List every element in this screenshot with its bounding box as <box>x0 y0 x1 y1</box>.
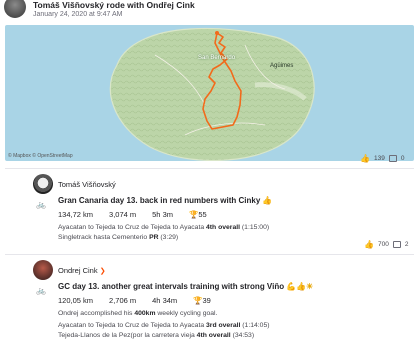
comment-count: 2 <box>404 241 409 248</box>
bike-icon: 🚲 <box>36 286 46 295</box>
goal-row: Ondrej accomplished his 400km weekly cyc… <box>58 310 218 317</box>
entry-kudos[interactable]: 👍 700 2 <box>364 240 408 249</box>
activity-title[interactable]: GC day 13. another great intervals train… <box>58 282 313 291</box>
stat-elevation: 3,074 m <box>109 210 137 219</box>
stat-elevation: 2,706 m <box>109 296 137 305</box>
thumbs-up-emoji-icon: 👍 <box>262 196 273 205</box>
subscriber-icon: ❯ <box>99 268 106 275</box>
stat-trophies: 🏆55 <box>189 210 207 219</box>
avatar-ondrej[interactable] <box>33 260 53 280</box>
achievement-row: Ayacatan to Tejeda to Cruz de Tejeda to … <box>58 322 270 329</box>
map-label-san-bernardo: San Bernardo <box>198 55 236 61</box>
activity-date: January 24, 2020 at 9:47 AM <box>33 11 123 18</box>
route-map-graphic <box>109 27 315 161</box>
stat-trophies: 🏆39 <box>193 296 211 305</box>
comment-icon[interactable] <box>392 241 401 248</box>
achievement-row: Singletrack hasta Cementerio PR (3:29) <box>58 234 179 241</box>
activity-stats: 134,72 km 3,074 m 5h 3m 🏆55 <box>58 210 239 219</box>
comment-icon[interactable] <box>388 155 397 162</box>
kudos-icon[interactable]: 👍 <box>360 154 370 163</box>
kudos-icon[interactable]: 👍 <box>364 240 374 249</box>
stat-time: 5h 3m <box>152 210 173 219</box>
group-kudos[interactable]: 👍 139 0 <box>360 154 404 163</box>
athlete-name[interactable]: Tomáš Višňovský <box>58 180 116 189</box>
activity-header-title[interactable]: Tomáš Višňovský rode with Ondřej Cink <box>33 0 195 10</box>
muscle-emoji-icon: 💪👍☀ <box>286 282 314 291</box>
kudos-count: 139 <box>373 155 385 162</box>
athlete-name[interactable]: Ondrej Cink ❯ <box>58 266 106 275</box>
bike-icon: 🚲 <box>36 200 46 209</box>
activity-stats: 120,05 km 2,706 m 4h 34m 🏆39 <box>58 296 243 305</box>
map-attribution[interactable]: © Mapbox © OpenStreetMap <box>8 153 73 159</box>
comment-count: 0 <box>400 155 405 162</box>
activity-feed: Tomáš Višňovský rode with Ondřej Cink Ja… <box>0 0 419 354</box>
stat-distance: 120,05 km <box>58 296 94 305</box>
map-label-aguimes: Agüimes <box>270 63 294 69</box>
divider <box>5 254 414 255</box>
island-shape <box>109 27 315 161</box>
achievement-row: Ayacatan to Tejeda to Cruz de Tejeda to … <box>58 224 270 231</box>
stat-distance: 134,72 km <box>58 210 94 219</box>
activity-title[interactable]: Gran Canaria day 13. back in red numbers… <box>58 196 272 205</box>
group-avatar[interactable] <box>4 0 26 18</box>
stat-time: 4h 34m <box>152 296 178 305</box>
kudos-count: 700 <box>377 241 389 248</box>
route-map[interactable]: San Bernardo Agüimes © Mapbox © OpenStre… <box>5 25 414 161</box>
avatar-tomas[interactable] <box>33 174 53 194</box>
divider <box>5 168 414 169</box>
achievement-row: Tejeda-Llanos de la Pez(por la carretera… <box>58 332 255 339</box>
